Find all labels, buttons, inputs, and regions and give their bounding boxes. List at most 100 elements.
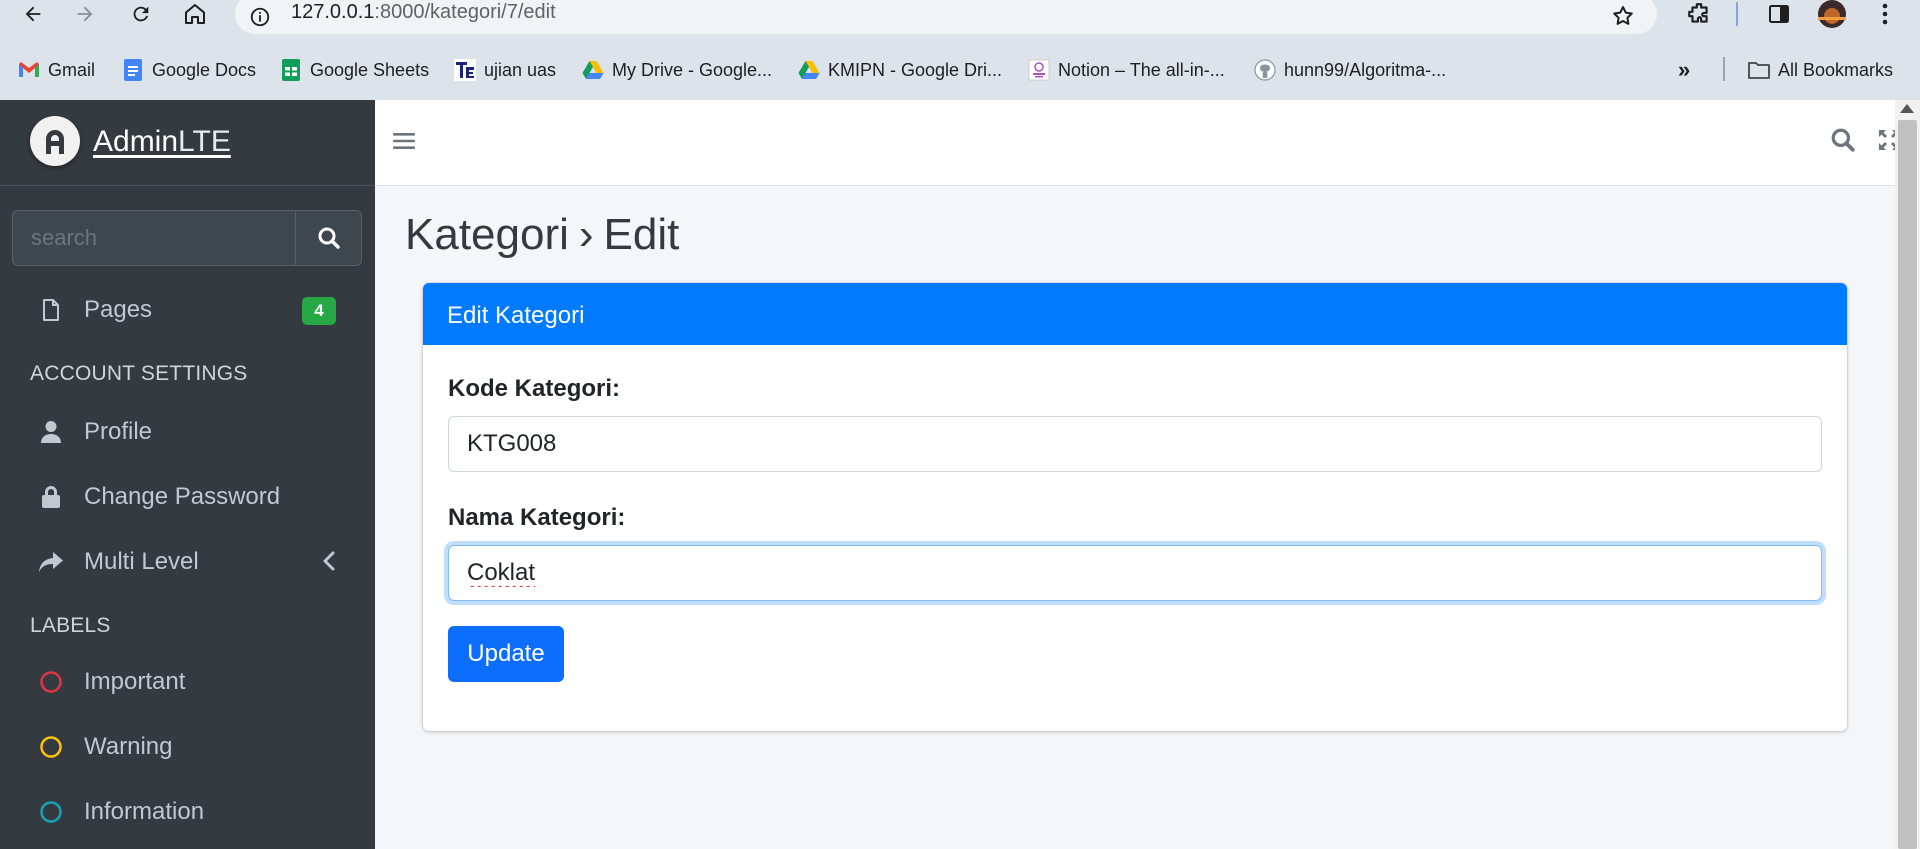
sidebar-item-multi-level[interactable]: Multi Level	[12, 535, 362, 589]
bookmark-github[interactable]: hunn99/Algoritma-...	[1254, 58, 1446, 82]
sidebar-item-label: Pages	[84, 296, 153, 323]
search-icon	[318, 227, 340, 249]
bookmark-notion[interactable]: Notion – The all-in-...	[1028, 58, 1225, 82]
browser-chrome: 127.0.0.1:8000/kategori/7/edit Gmail Goo…	[0, 0, 1920, 100]
more-bookmarks-button[interactable]: »	[1678, 57, 1691, 82]
url-host: 127.0.0.1	[291, 1, 375, 23]
kode-kategori-label: Kode Kategori:	[448, 375, 621, 402]
sidebar-item-label: Warning	[84, 733, 173, 760]
pages-count-badge: 4	[302, 297, 336, 325]
hamburger-menu-icon	[393, 133, 415, 149]
brand-text-light: LTE	[178, 125, 231, 158]
bookmark-kmipn-drive[interactable]: KMIPN - Google Dri...	[798, 58, 1002, 82]
sidebar-search-button[interactable]	[295, 211, 361, 265]
sidebar-search-input[interactable]	[13, 211, 296, 265]
bookmark-label: Gmail	[48, 59, 96, 80]
page-title-main: Kategori	[405, 210, 569, 259]
brand-text: AdminLTE	[93, 125, 231, 159]
folder-icon	[1748, 59, 1770, 81]
sidebar-search	[12, 210, 362, 266]
brand-text-bold: Admin	[93, 125, 179, 158]
forward-button[interactable]	[68, 0, 102, 28]
nama-kategori-input[interactable]	[448, 545, 1822, 601]
bookmark-my-drive[interactable]: My Drive - Google...	[582, 58, 772, 82]
nav-header-labels: LABELS	[30, 614, 111, 637]
page-title-sub: Edit	[603, 210, 680, 259]
notion-icon	[1028, 59, 1050, 81]
search-icon	[1831, 128, 1855, 152]
file-icon	[38, 297, 64, 323]
side-panel-button[interactable]	[1762, 0, 1796, 28]
circle-outline-info-icon	[38, 799, 64, 825]
home-icon	[185, 4, 205, 24]
address-bar[interactable]: 127.0.0.1:8000/kategori/7/edit	[235, 0, 1657, 34]
sidebar-item-information[interactable]: Information	[12, 785, 362, 839]
bookmark-gmail[interactable]: Gmail	[18, 58, 95, 82]
lock-icon	[38, 484, 64, 510]
share-icon	[38, 549, 64, 575]
sidebar-item-label: Profile	[84, 418, 153, 445]
bookmark-label: hunn99/Algoritma-...	[1284, 59, 1447, 80]
bookmark-label: Google Sheets	[310, 59, 430, 80]
url-text: 127.0.0.1:8000/kategori/7/edit	[291, 1, 556, 24]
bookmark-label: Notion – The all-in-...	[1058, 59, 1225, 80]
google-docs-icon	[122, 59, 144, 81]
bookmark-star-icon[interactable]	[1611, 4, 1635, 28]
sidebar-item-warning[interactable]: Warning	[12, 720, 362, 774]
sidebar-toggle-button[interactable]	[385, 122, 423, 160]
back-button[interactable]	[16, 0, 50, 28]
bookmark-label: KMIPN - Google Dri...	[828, 59, 1003, 80]
gmail-icon	[18, 59, 40, 81]
sidebar-item-label: Change Password	[84, 483, 281, 510]
back-arrow-icon	[25, 6, 41, 22]
reload-icon	[133, 6, 149, 22]
sidebar-item-label: Information	[84, 798, 205, 825]
edit-kategori-card: Edit Kategori Kode Kategori: Nama Katego…	[423, 283, 1847, 731]
bookmark-google-docs[interactable]: Google Docs	[122, 58, 256, 82]
profile-avatar[interactable]	[1814, 0, 1850, 28]
sidebar-item-label: Important	[84, 668, 186, 695]
browser-menu-button[interactable]	[1870, 0, 1900, 28]
circle-outline-warning-icon	[38, 734, 64, 760]
brand-link[interactable]: AdminLTE	[0, 100, 375, 186]
sidebar-item-pages[interactable]: Pages 4	[12, 283, 362, 337]
chevron-left-icon	[322, 550, 336, 572]
circle-outline-danger-icon	[38, 669, 64, 695]
scroll-up-arrow-icon[interactable]	[1900, 104, 1914, 113]
google-drive-icon	[582, 59, 604, 81]
bookmarks-separator	[1723, 57, 1725, 81]
google-sheets-icon	[280, 59, 302, 81]
user-icon	[38, 419, 64, 445]
sidebar-item-label: Multi Level	[84, 548, 199, 575]
breadcrumb-separator: ›	[578, 210, 594, 259]
toolbar-separator	[1736, 2, 1738, 26]
kode-kategori-input[interactable]	[448, 416, 1822, 472]
more-bookmarks-chevron-icon: »	[1678, 57, 1691, 82]
bookmark-google-sheets[interactable]: Google Sheets	[280, 58, 429, 82]
browser-toolbar: 127.0.0.1:8000/kategori/7/edit	[0, 0, 1920, 34]
bookmark-label: Google Docs	[152, 59, 257, 80]
github-icon	[1254, 59, 1276, 81]
update-button[interactable]: Update	[448, 626, 564, 682]
bookmarks-bar: Gmail Google Docs Google Sheets ujian ua…	[0, 50, 1920, 88]
site-info-icon[interactable]	[247, 4, 273, 30]
kebab-menu-icon	[1882, 3, 1888, 25]
side-panel-icon	[1769, 5, 1789, 23]
nav-header-account-settings: ACCOUNT SETTINGS	[30, 362, 248, 385]
extensions-button[interactable]	[1682, 0, 1716, 28]
home-button[interactable]	[178, 0, 212, 28]
reload-button[interactable]	[124, 0, 158, 28]
sidebar-item-important[interactable]: Important	[12, 655, 362, 709]
navbar-search-button[interactable]	[1825, 122, 1861, 158]
bookmark-label: ujian uas	[484, 59, 557, 80]
adminlte-logo-icon	[30, 116, 80, 166]
main-header	[375, 100, 1899, 186]
avatar-icon	[1818, 0, 1846, 28]
google-drive-icon	[798, 59, 820, 81]
sidebar-item-profile[interactable]: Profile	[12, 405, 362, 459]
all-bookmarks-button[interactable]: All Bookmarks	[1748, 58, 1893, 82]
page-title: Kategori › Edit	[405, 210, 679, 260]
bookmark-ujian-uas[interactable]: ujian uas	[454, 58, 556, 82]
sidebar-item-change-password[interactable]: Change Password	[12, 470, 362, 524]
scrollbar-thumb[interactable]	[1898, 120, 1917, 849]
